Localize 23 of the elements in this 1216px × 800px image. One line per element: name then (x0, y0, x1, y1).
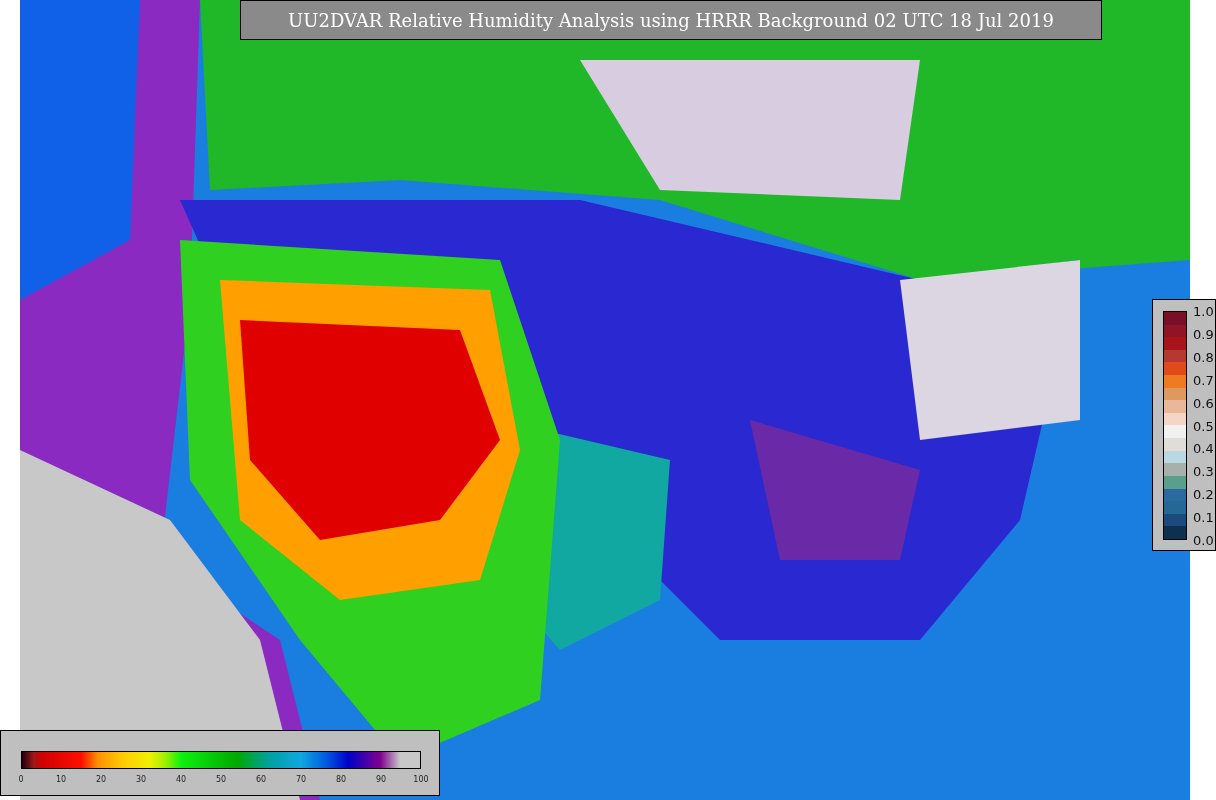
tick-label: 0.5 (1193, 418, 1214, 433)
tick-label: 0.1 (1193, 509, 1214, 525)
tick-label: 50 (215, 775, 227, 784)
tick-label: 1.0 (1193, 303, 1214, 319)
tick-label: 20 (95, 775, 107, 784)
map-title: UU2DVAR Relative Humidity Analysis using HRRR Background 02 UTC 18 Jul 2019 (240, 0, 1102, 40)
tick-label: 30 (135, 775, 147, 784)
tick-label: 0 (18, 775, 24, 784)
tick-label: 0.8 (1193, 349, 1214, 365)
tick-label: 100 (413, 775, 429, 784)
tick-label: 0.6 (1193, 395, 1214, 411)
tick-label: 70 (295, 775, 307, 784)
tick-label: 10 (55, 775, 67, 784)
tick-label: 0.3 (1193, 463, 1214, 479)
tick-label: 60 (255, 775, 267, 784)
tick-label: 0.7 (1193, 372, 1214, 388)
tick-label: 40 (175, 775, 187, 784)
tick-label: 90 (375, 775, 387, 784)
tick-label: 80 (335, 775, 347, 784)
tick-label: 0.0 (1193, 532, 1214, 548)
tick-label: 0.2 (1193, 486, 1214, 502)
tick-label: 0.9 (1193, 326, 1214, 342)
tick-label: 0.4 (1193, 440, 1214, 456)
